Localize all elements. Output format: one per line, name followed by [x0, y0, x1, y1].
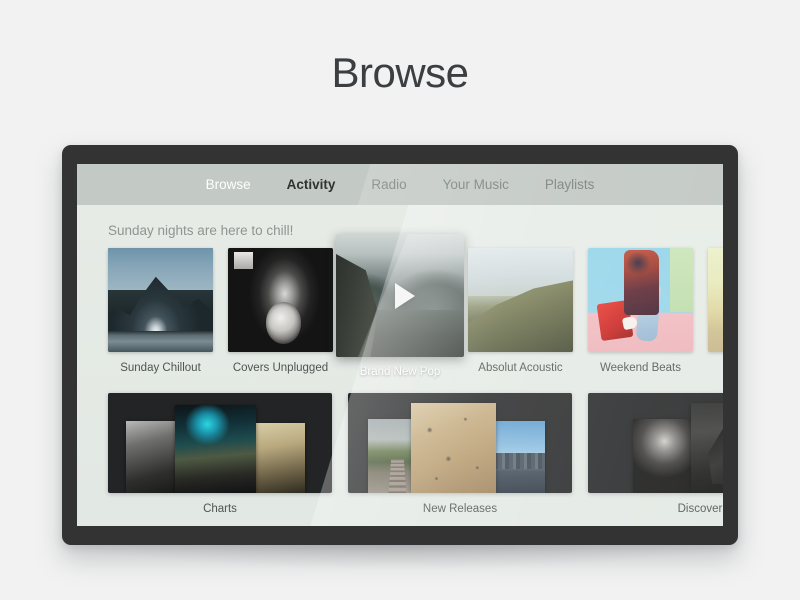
panel-label: New Releases: [422, 503, 498, 515]
tv-device: Browse Activity Radio Your Music Playlis…: [62, 145, 738, 545]
panel-charts[interactable]: Charts: [108, 393, 332, 515]
coverflow-new-releases: [348, 393, 572, 493]
browse-content: Sunday nights are here to chill! Sunday …: [77, 205, 723, 526]
tab-activity[interactable]: Activity: [269, 164, 354, 205]
card-brand-new-pop-featured[interactable]: Brand New Pop: [336, 234, 464, 378]
nav-tabbar: Browse Activity Radio Your Music Playlis…: [77, 164, 723, 205]
album-art-cream-partial: [708, 248, 723, 352]
card-partial-next[interactable]: [708, 248, 723, 362]
page-title: Browse: [331, 49, 469, 96]
tab-radio[interactable]: Radio: [353, 164, 424, 205]
tab-your-music[interactable]: Your Music: [425, 164, 527, 205]
category-row: Charts New Releases Discover: [108, 393, 723, 523]
coverflow-charts: [108, 393, 332, 493]
card-label: Covers Unplugged: [232, 362, 329, 374]
album-art-green-hill: [468, 248, 573, 352]
coverflow-discover: [588, 393, 723, 493]
tv-screen: Browse Activity Radio Your Music Playlis…: [77, 164, 723, 526]
play-triangle-icon[interactable]: [395, 282, 415, 309]
card-label: Weekend Beats: [600, 362, 681, 374]
greeting-text: Sunday nights are here to chill!: [108, 223, 294, 238]
card-label: Sunday Chillout: [120, 362, 201, 374]
card-weekend-beats[interactable]: Weekend Beats: [588, 248, 693, 374]
card-label: Absolut Acoustic: [478, 362, 563, 374]
tab-playlists[interactable]: Playlists: [527, 164, 613, 205]
panel-discover[interactable]: Discover: [588, 393, 723, 515]
featured-row: Sunday Chillout Covers Unplugged Brand N…: [108, 234, 723, 383]
card-sunday-chillout[interactable]: Sunday Chillout: [108, 248, 213, 374]
panel-label: Charts: [203, 503, 237, 515]
tab-browse[interactable]: Browse: [188, 164, 269, 205]
album-art-fashion-studio: [588, 248, 693, 352]
panel-label: Discover: [677, 503, 723, 515]
card-label: Brand New Pop: [359, 366, 441, 378]
card-absolut-acoustic[interactable]: Absolut Acoustic: [468, 248, 573, 374]
album-art-mountain-lake: [108, 248, 213, 352]
panel-new-releases[interactable]: New Releases: [348, 393, 572, 515]
album-art-banjo-player: [228, 248, 333, 352]
album-art-mountain-valley: [336, 234, 464, 357]
card-covers-unplugged[interactable]: Covers Unplugged: [228, 248, 333, 374]
